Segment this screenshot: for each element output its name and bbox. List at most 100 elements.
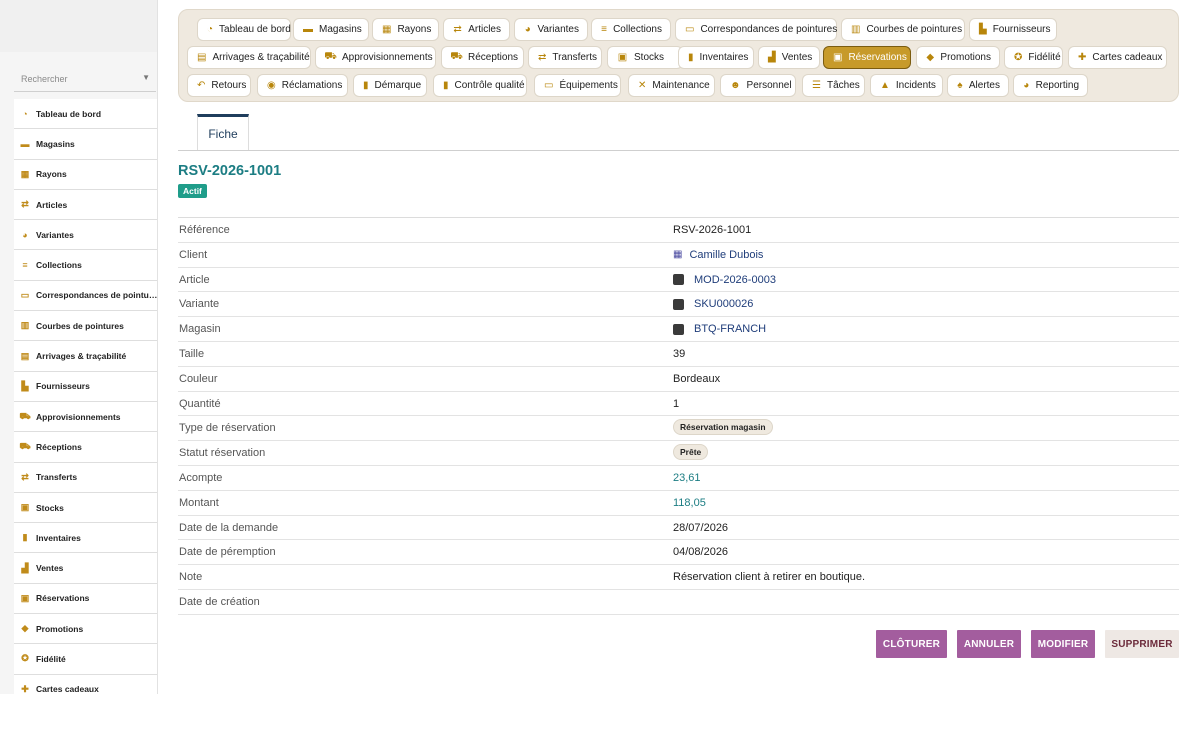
nav-button[interactable]: ✚ Cartes cadeaux [1068,46,1167,69]
sidebar-item[interactable]: ▬ Magasins [14,129,157,160]
nav-button[interactable]: ▣ Stocks [607,46,683,69]
nav-button[interactable]: ◕ Reporting [1013,74,1088,97]
field-value[interactable]: MOD-2026-0003 [673,274,776,286]
nav-button[interactable]: ☻ Personnel [720,74,796,97]
sidebar-item[interactable]: ▟ Ventes [14,553,157,584]
sidebar-item-label: Variantes [36,229,74,240]
sidebar-item-label: Transferts [36,472,78,483]
detail-table: Référence RSV-2026-1001 Client ▦ Camille Dub… [178,217,1179,615]
sidebar-item[interactable]: ◆ Promotions [14,614,157,645]
building-icon: ▦ [673,249,683,261]
nav-button[interactable]: ▮ Démarque [353,74,427,97]
nav-button[interactable]: ✪ Fidélité [1004,46,1063,69]
nav-button[interactable]: ▬ Magasins [293,18,369,41]
nav-button[interactable]: ⛟ Réceptions [441,46,524,69]
detail-row: Couleur Bordeaux [178,367,1179,392]
nav-button[interactable]: ◉ Réclamations [257,74,348,97]
sidebar-item[interactable]: ◕ Variantes [14,220,157,251]
nav-button[interactable]: ▟ Ventes [758,46,820,69]
nav-button-label: Rayons [397,24,432,35]
field-value: 118,05 [673,497,706,509]
sidebar-item[interactable]: ⇄ Articles [14,189,157,221]
factory-icon: ▙ [979,24,987,35]
field-value[interactable]: BTQ-FRANCH [673,323,766,335]
tags-icon: ◆ [21,623,29,634]
nav-button[interactable]: ▤ Arrivages & traçabilité [187,46,311,69]
nav-button[interactable]: ▭ Équipements [534,74,621,97]
truck-icon: ⛟ [450,51,463,62]
sidebar-item-label: Réservations [36,593,90,604]
nav-button-label: Maintenance [652,80,710,91]
tab-fiche[interactable]: Fiche [197,114,249,151]
sidebar-item[interactable]: ▭ Correspondances de pointures [14,280,157,312]
sidebar-item-label: Promotions [36,623,84,634]
sidebar-item[interactable]: ▙ Fournisseurs [14,371,157,402]
sidebar-item-label: Stocks [36,502,64,513]
calendar-check-icon: ▣ [20,592,30,603]
nav-button[interactable]: ⇄ Transferts [528,46,602,69]
nav-button[interactable]: ♠ Alertes [947,74,1009,97]
nav-button-label: Collections [613,24,662,35]
detail-row: Référence RSV-2026-1001 [178,218,1179,243]
nav-button-label: Articles [468,24,501,35]
field-label: Montant [179,496,219,509]
sidebar-item[interactable]: ▣ Stocks [14,492,157,524]
nav-button[interactable]: ▮ Contrôle qualité [433,74,527,97]
nav-button[interactable]: ▥ Courbes de pointures [841,18,965,41]
sidebar-item[interactable]: ≡ Collections [14,250,157,281]
sidebar-item-label: Courbes de pointures [36,320,124,331]
sidebar-item[interactable]: ✪ Fidélité [14,644,157,675]
nav-button-label: Approvisionnements [342,52,433,63]
nav-button[interactable]: ▲ Incidents [870,74,943,97]
field-value-text: 28/07/2026 [673,521,729,534]
nav-button[interactable]: ◕ Variantes [514,18,588,41]
close-record-button[interactable]: CLÔTURER [876,630,947,658]
nav-button[interactable]: ▦ Rayons [372,18,439,41]
field-value: Réservation magasin [673,419,773,436]
sidebar-item[interactable]: ✚ Cartes cadeaux [14,674,157,694]
sidebar-item[interactable]: ▦ Rayons [14,159,157,190]
field-label: Client [179,248,208,261]
tags-icon: ◆ [926,52,935,63]
nav-button[interactable]: ▭ Correspondances de pointures [675,18,837,41]
field-value-text: Bordeaux [673,372,721,385]
nav-button[interactable]: ✕ Maintenance [628,74,715,97]
thumbnail-icon [673,323,684,335]
detail-row: Montant 118,05 [178,491,1179,516]
delete-button[interactable]: SUPPRIMER [1105,630,1179,658]
nav-button[interactable]: ◆ Promotions [916,46,1000,69]
sidebar-item[interactable]: ⛟ Réceptions [14,432,157,463]
edit-button[interactable]: MODIFIER [1031,630,1095,658]
register-icon: ▟ [768,52,776,63]
sidebar-item[interactable]: ▤ Arrivages & traçabilité [14,341,157,372]
field-value[interactable]: ▦ Camille Dubois [673,249,763,261]
cancel-button[interactable]: ANNULER [957,630,1021,658]
chevron-down-icon[interactable]: ▼ [142,73,150,82]
sidebar: Rechercher ▼ ◔ Tableau de bord ▬ Magasins ▦ R… [0,0,158,694]
sidebar-item[interactable]: ▣ Réservations [14,583,157,615]
nav-button[interactable]: ◔ Tableau de bord [197,18,291,41]
nav-button[interactable]: ▣ Réservations [823,46,911,69]
nav-button-label: Courbes de pointures [866,24,963,35]
field-value-text: 39 [673,347,686,360]
search-input[interactable]: Rechercher ▼ [14,66,156,92]
nav-button[interactable]: ⛟ Approvisionnements [315,46,436,69]
field-value[interactable]: SKU000026 [673,298,753,310]
sidebar-item[interactable]: ▮ Inventaires [14,523,157,554]
nav-button[interactable]: ▮ Inventaires [678,46,754,69]
nav-button[interactable]: ≡ Collections [591,18,671,41]
field-value: 39 [673,348,685,360]
nav-button[interactable]: ↶ Retours [187,74,251,97]
sidebar-item[interactable]: ⛟ Approvisionnements [14,401,157,433]
ruler-icon: ▭ [685,24,695,35]
nav-button[interactable]: ⇄ Articles [443,18,510,41]
sidebar-item[interactable]: ◔ Tableau de bord [14,99,157,130]
truck-icon: ⛟ [19,440,31,451]
clipboard-icon: ▮ [688,52,694,63]
sidebar-item[interactable]: ⇄ Transferts [14,462,157,493]
field-label: Type de réservation [179,422,276,435]
nav-button[interactable]: ☰ Tâches [802,74,865,97]
nav-button[interactable]: ▙ Fournisseurs [969,18,1057,41]
sidebar-item[interactable]: ▥ Courbes de pointures [14,311,157,342]
field-label: Article [179,273,210,286]
